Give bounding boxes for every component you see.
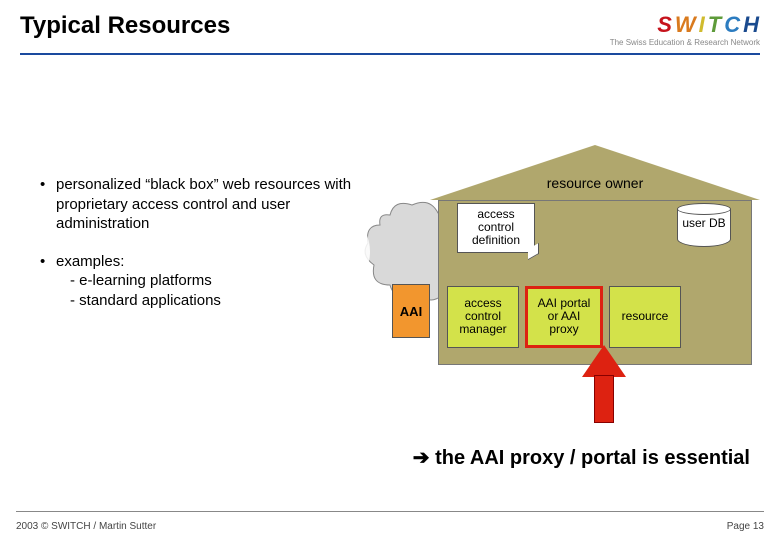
logo-letter: C — [724, 12, 741, 38]
conclusion-text: the AAI proxy / portal is essential — [430, 447, 750, 469]
bullet-head: examples: — [56, 253, 124, 270]
slide-content: personalized “black box” web resources w… — [0, 55, 780, 455]
slide-title: Typical Resources — [20, 12, 230, 40]
bullet-list: personalized “black box” web resources w… — [30, 165, 370, 338]
switch-logo: S W I T C H The Swiss Education & Resear… — [610, 12, 760, 47]
aai-portal-proxy-box: AAI portal or AAI proxy — [525, 286, 603, 348]
resource-box: resource — [609, 286, 681, 348]
user-db-label: user DB — [677, 217, 731, 230]
bullet-item: personalized “black box” web resources w… — [40, 175, 360, 234]
user-db-cylinder: user DB — [677, 203, 731, 251]
conclusion-line: ➔ the AAI proxy / portal is essential — [0, 445, 780, 470]
component-row: access control manager AAI portal or AAI… — [447, 286, 681, 348]
emphasis-arrow-icon — [582, 345, 626, 423]
house-body: access control definition user DB access… — [438, 200, 752, 365]
arrow-icon: ➔ — [413, 447, 430, 469]
logo-letter: S — [657, 12, 673, 38]
logo-letter: I — [699, 12, 706, 38]
logo-letter: W — [675, 12, 697, 38]
bullet-sub: - e-learning platforms — [70, 271, 360, 291]
aai-box: AAI — [392, 284, 430, 338]
access-control-definition-note: access control definition — [457, 203, 535, 253]
logo-subtitle: The Swiss Education & Research Network — [610, 38, 760, 47]
footer-page: Page 13 — [727, 521, 764, 532]
logo-letter: T — [708, 12, 722, 38]
access-control-manager-box: access control manager — [447, 286, 519, 348]
logo-letter: H — [743, 12, 760, 38]
house-roof — [430, 145, 760, 200]
bullet-sub: - standard applications — [70, 291, 360, 311]
footer-copyright: 2003 © SWITCH / Martin Sutter — [16, 521, 156, 532]
roof-label: resource owner — [430, 175, 760, 191]
footer: 2003 © SWITCH / Martin Sutter Page 13 — [16, 521, 764, 532]
footer-divider — [16, 511, 764, 512]
bullet-item: examples: - e-learning platforms - stand… — [40, 252, 360, 311]
